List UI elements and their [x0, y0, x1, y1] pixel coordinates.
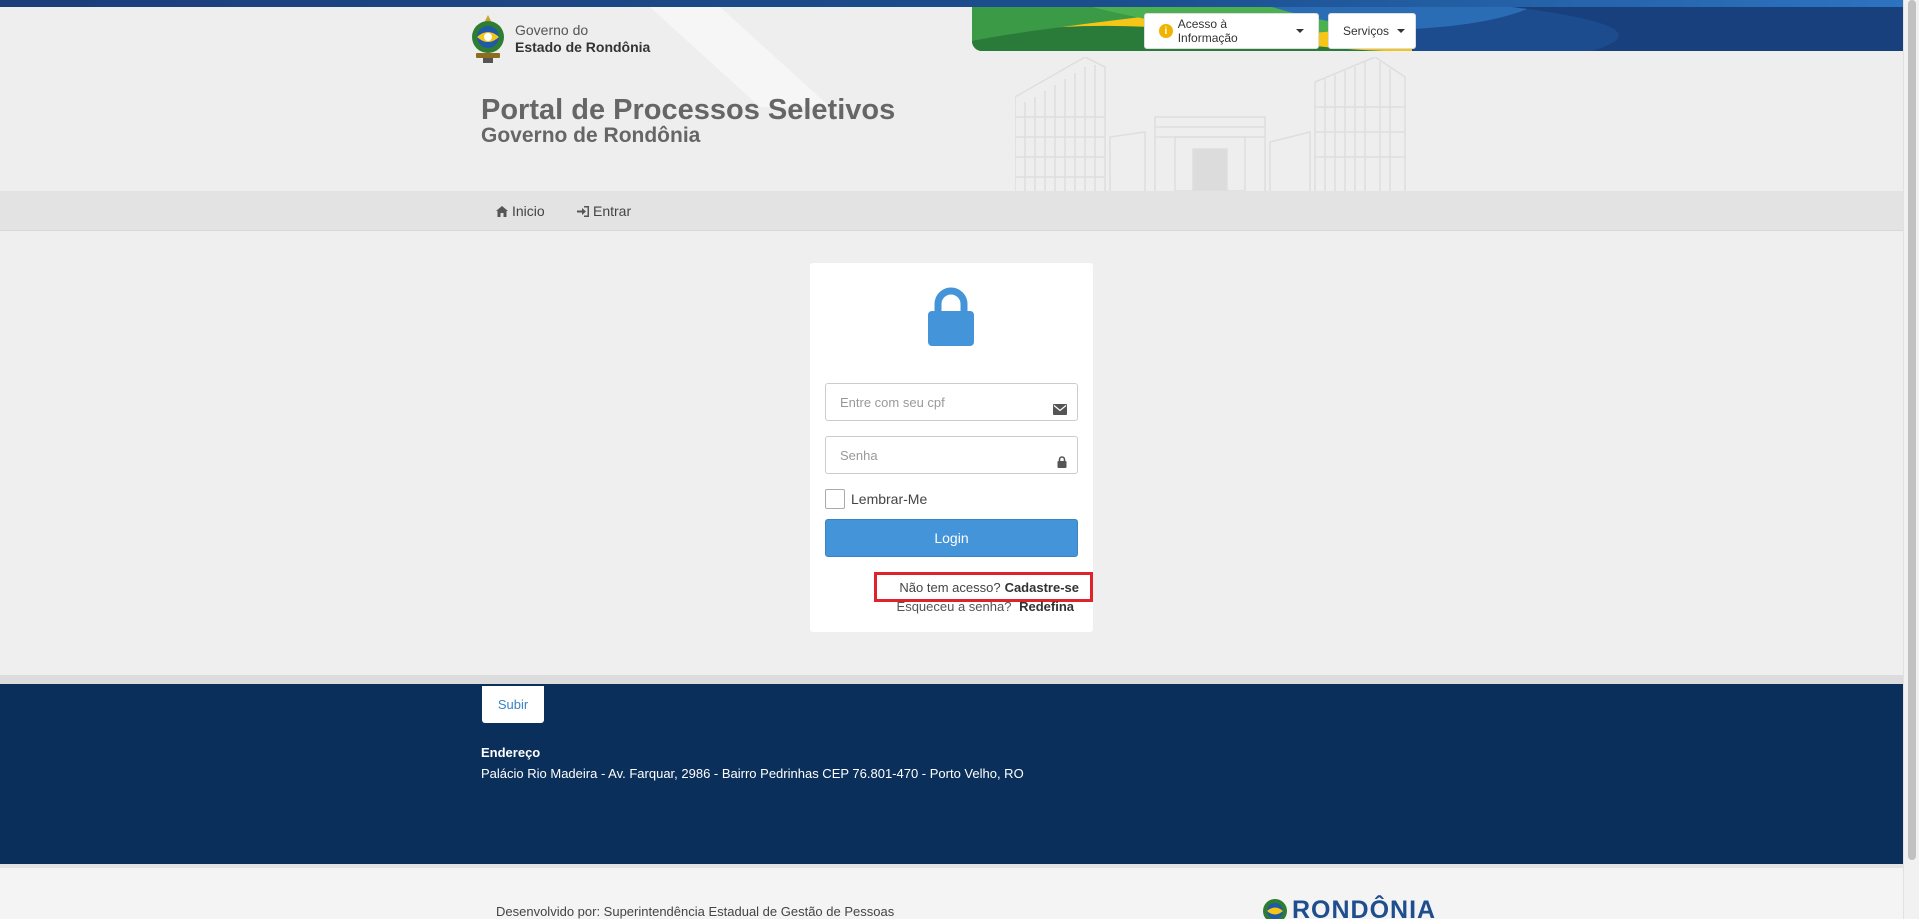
acesso-label: Acesso à Informação — [1177, 17, 1238, 45]
nav-inicio-label: Inicio — [512, 203, 545, 219]
address-text: Palácio Rio Madeira - Av. Farquar, 2986 … — [481, 766, 1024, 781]
address-label: Endereço — [481, 745, 541, 760]
header-decoration — [650, 7, 830, 107]
remember-me-label: Lembrar-Me — [851, 491, 928, 507]
nav-entrar-label: Entrar — [593, 203, 632, 219]
main-nav: Inicio Entrar — [0, 191, 1903, 231]
gov-logo[interactable]: Governo do Estado de Rondônia — [467, 13, 650, 65]
scrollbar-thumb[interactable] — [1908, 0, 1916, 860]
rondonia-logo: RONDÔNIA — [1262, 896, 1436, 919]
reset-password-link[interactable]: Redefina — [1019, 599, 1074, 614]
bottom-bar — [0, 864, 1903, 919]
state-emblem-icon — [472, 15, 504, 63]
buildings-illustration — [1015, 57, 1406, 191]
register-prompt: Não tem acesso? Cadastre-se — [874, 572, 1093, 602]
nav-inicio[interactable]: Inicio — [496, 203, 545, 219]
caret-down-icon — [1397, 29, 1406, 33]
nav-entrar[interactable]: Entrar — [577, 203, 631, 219]
servicos-dropdown[interactable]: Serviços — [1328, 13, 1416, 49]
rondonia-brand: RONDÔNIA — [1292, 896, 1437, 919]
caret-down-icon — [1296, 29, 1304, 33]
acesso-informacao-dropdown[interactable]: i Acesso à Informação — [1144, 13, 1319, 49]
logo-line-1: Governo do — [515, 22, 589, 38]
senha-placeholder: Senha — [840, 447, 878, 463]
remember-me-checkbox[interactable] — [825, 489, 845, 509]
rondonia-emblem-icon — [1263, 898, 1287, 919]
scroll-top-button[interactable]: Subir — [482, 686, 544, 723]
home-icon — [496, 205, 508, 217]
small-lock-icon — [1057, 456, 1067, 468]
sign-in-icon — [577, 205, 589, 217]
info-icon: i — [1159, 24, 1173, 38]
cpf-input[interactable]: Entre com seu cpf — [825, 383, 1078, 421]
servicos-label: Serviços — [1343, 24, 1390, 38]
footer-separator — [0, 675, 1903, 684]
no-access-text: Não tem acesso? — [899, 579, 1001, 595]
senha-input[interactable]: Senha — [825, 436, 1078, 474]
login-button[interactable]: Login — [825, 519, 1078, 557]
cpf-placeholder: Entre com seu cpf — [840, 394, 945, 410]
page-title: Portal de Processos Seletivos — [481, 94, 896, 126]
top-strip — [0, 0, 1903, 7]
remember-me: Lembrar-Me — [825, 489, 927, 509]
logo-line-2: Estado de Rondônia — [515, 39, 651, 55]
page-subtitle: Governo de Rondônia — [481, 124, 701, 147]
flag-banner — [972, 7, 1903, 51]
developed-by: Desenvolvido por: Superintendência Estad… — [496, 904, 895, 919]
forgot-text: Esqueceu a senha? — [896, 599, 1012, 614]
register-link[interactable]: Cadastre-se — [1005, 580, 1079, 595]
scrollbar[interactable] — [1903, 0, 1919, 919]
envelope-icon — [1053, 404, 1067, 415]
forgot-password: Esqueceu a senha? Redefina — [884, 599, 1074, 614]
lock-icon — [928, 287, 974, 346]
site-header: Governo do Estado de Rondônia i Acesso à… — [0, 7, 1903, 191]
